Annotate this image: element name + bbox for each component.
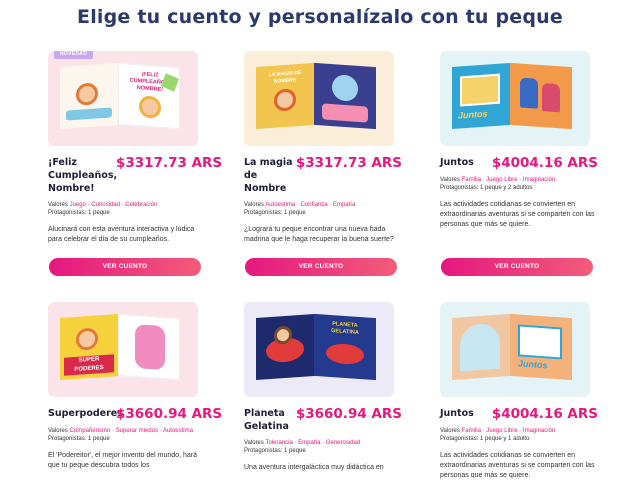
story-title: Juntos bbox=[440, 157, 474, 168]
story-title: Juntos bbox=[440, 408, 474, 419]
story-protagonists: Protagonistas: 1 peque bbox=[48, 436, 110, 442]
book-cover-image[interactable]: SUPER PODERES bbox=[48, 302, 198, 397]
cover-text: PLANETA GELATINA bbox=[331, 321, 359, 336]
story-values: Valores Autoestima · Confianza · Empatía bbox=[244, 202, 356, 208]
story-description: Las actividades cotidianas se convierten… bbox=[440, 452, 595, 479]
story-values: Valores Familia · Juego Libre · Imaginac… bbox=[440, 177, 556, 183]
story-protagonists: Protagonistas: 1 peque bbox=[48, 210, 110, 216]
story-price: $4004.16 ARS bbox=[491, 406, 598, 422]
story-description: ¿Logrará tu peque encontrar una nueva ha… bbox=[244, 226, 394, 243]
story-description: Una aventura intergaláctica muy didáctic… bbox=[244, 464, 384, 471]
story-card[interactable]: NOVEDAD ¡FELIZ CUMPLEAÑOS, NOMBRE! ¡Feli… bbox=[48, 51, 222, 245]
story-price: $3317.73 ARS bbox=[116, 155, 223, 171]
view-story-button[interactable]: VER CUENTO bbox=[49, 258, 201, 276]
story-protagonists: Protagonistas: 1 peque bbox=[244, 210, 306, 216]
story-values: Valores Compañerismo · Superar miedos · … bbox=[48, 428, 193, 434]
story-card[interactable]: SUPER PODERES Superpoderes $3660.94 ARS … bbox=[48, 302, 222, 471]
story-price: $4004.16 ARS bbox=[491, 155, 598, 171]
cover-text: Juntos bbox=[458, 108, 488, 121]
new-badge: NOVEDAD bbox=[54, 51, 94, 59]
cover-text: SUPER PODERES bbox=[64, 354, 114, 376]
story-values: Valores Juego · Curiosidad · Celebración bbox=[48, 202, 158, 208]
story-description: Las actividades cotidianas se convierten… bbox=[440, 201, 595, 228]
story-title: Superpoderes bbox=[48, 408, 123, 419]
story-card[interactable]: LA MAGIA DE NOMBRE La magia de Nombre $3… bbox=[244, 51, 402, 245]
story-price: $3317.73 ARS bbox=[295, 155, 402, 171]
book-cover-image[interactable]: Juntos bbox=[440, 302, 590, 397]
page-title: Elige tu cuento y personalízalo con tu p… bbox=[77, 6, 563, 28]
story-values: Valores Tolerancia · Empatía · Generosid… bbox=[244, 440, 361, 446]
view-story-button[interactable]: VER CUENTO bbox=[441, 258, 593, 276]
story-title: La magia de Nombre bbox=[244, 157, 293, 194]
story-description: El 'Podereitor', el mejor invento del mu… bbox=[48, 452, 197, 469]
story-price: $3660.94 ARS bbox=[295, 406, 402, 422]
story-card[interactable]: PLANETA GELATINA Planeta Gelatina $3660.… bbox=[244, 302, 402, 473]
story-protagonists: Protagonistas: 1 peque bbox=[244, 448, 306, 454]
view-story-button[interactable]: VER CUENTO bbox=[245, 258, 397, 276]
story-title: Planeta Gelatina bbox=[244, 408, 289, 432]
book-cover-image[interactable]: NOVEDAD ¡FELIZ CUMPLEAÑOS, NOMBRE! bbox=[48, 51, 198, 146]
story-price: $3660.94 ARS bbox=[116, 406, 223, 422]
cover-text: LA MAGIA DE NOMBRE bbox=[268, 69, 302, 85]
story-values: Valores Familia · Juego Libre · Imaginac… bbox=[440, 428, 556, 434]
story-description: Alucinará con esta aventura interactiva … bbox=[48, 226, 195, 243]
cover-text: Juntos bbox=[518, 358, 548, 371]
book-cover-image[interactable]: PLANETA GELATINA bbox=[244, 302, 394, 397]
story-card[interactable]: Juntos Juntos $4004.16 ARS Valores Famil… bbox=[440, 51, 598, 230]
story-card[interactable]: Juntos Juntos $4004.16 ARS Valores Famil… bbox=[440, 302, 598, 481]
story-protagonists: Protagonistas: 1 peque y 1 adulto bbox=[440, 436, 530, 442]
book-cover-image[interactable]: LA MAGIA DE NOMBRE bbox=[244, 51, 394, 146]
story-title: ¡Feliz Cumpleaños, Nombre! bbox=[48, 157, 118, 194]
book-cover-image[interactable]: Juntos bbox=[440, 51, 590, 146]
story-protagonists: Protagonistas: 1 peque y 2 adultos bbox=[440, 185, 533, 191]
